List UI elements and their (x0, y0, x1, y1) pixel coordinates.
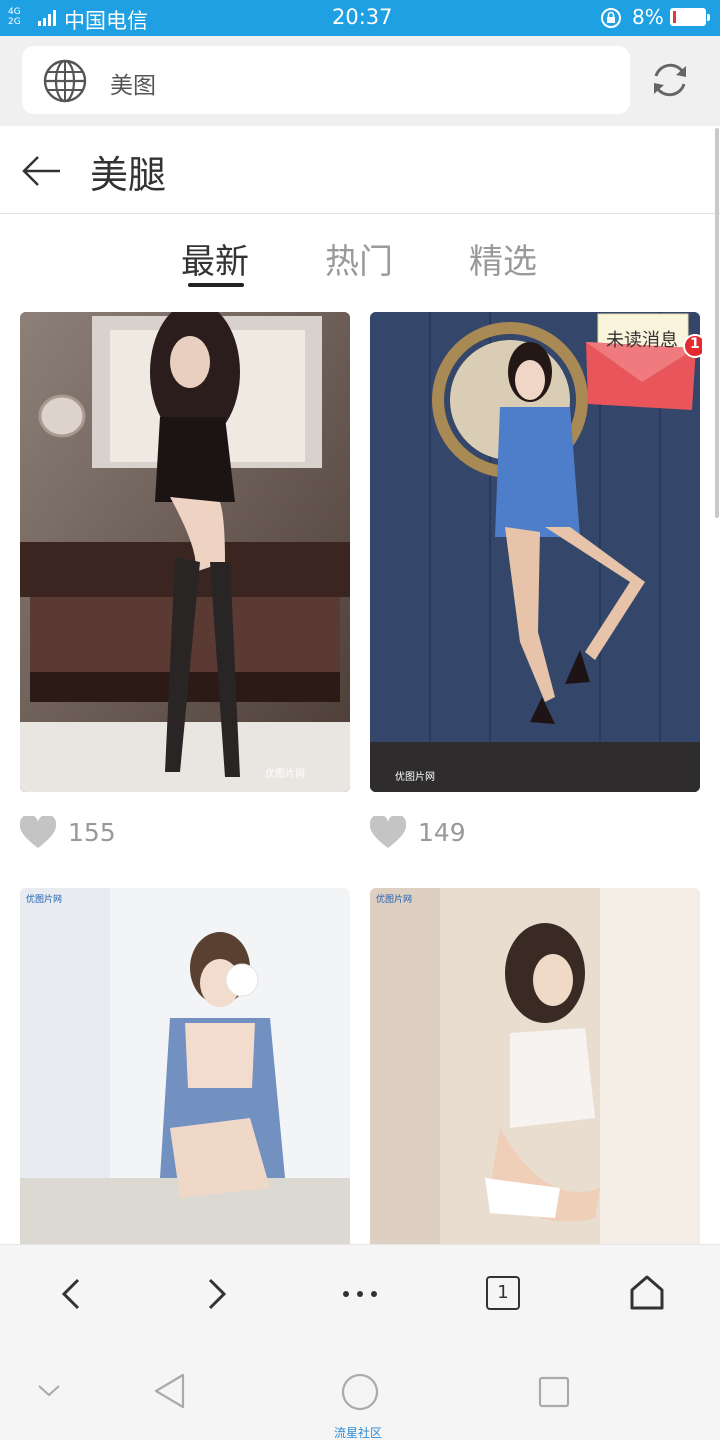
globe-icon (43, 59, 87, 103)
svg-text:优图片网: 优图片网 (395, 770, 435, 783)
unread-count-badge: 1 (690, 336, 700, 352)
back-arrow-icon[interactable] (20, 150, 62, 192)
network-type-primary: 4G (8, 7, 21, 17)
signal-icon (38, 10, 60, 26)
photo-image: 优图片网 (20, 312, 350, 792)
unread-messages-label: 未读消息 (606, 330, 678, 351)
network-type-secondary: 2G (8, 17, 21, 27)
like-icon[interactable] (20, 816, 56, 850)
battery-icon (670, 8, 710, 26)
unread-messages-button[interactable]: 未读消息 1 (584, 312, 702, 412)
photo-image: 优图片网 (20, 888, 350, 1244)
photo-card[interactable]: 优图片网 (370, 888, 700, 1244)
carrier-name: 中国电信 (64, 9, 148, 33)
watermark-text: 流星社区 (334, 1426, 383, 1440)
svg-text:优图片网: 优图片网 (26, 893, 62, 905)
svg-text:优图片网: 优图片网 (376, 893, 412, 905)
recents-icon[interactable] (538, 1376, 570, 1408)
more-icon[interactable] (338, 1284, 382, 1304)
tab-popular[interactable]: 热门 (325, 234, 393, 283)
forward-icon[interactable] (200, 1274, 232, 1314)
photo-card[interactable]: 优图片网 (20, 888, 350, 1244)
like-icon[interactable] (370, 816, 406, 850)
home-icon[interactable] (628, 1274, 666, 1312)
battery-percent: 8% (632, 5, 664, 29)
system-home-icon[interactable] (340, 1372, 380, 1412)
header-divider (0, 213, 720, 214)
scrollbar[interactable] (715, 128, 719, 518)
svg-text:优图片网: 优图片网 (265, 767, 305, 780)
tab-featured[interactable]: 精选 (469, 234, 537, 283)
like-count: 149 (418, 818, 466, 847)
like-count: 155 (68, 818, 116, 847)
page-title: 美腿 (90, 153, 167, 197)
refresh-icon[interactable] (648, 58, 692, 102)
status-bar: 4G 2G 中国电信 20:37 8% (0, 0, 720, 36)
photo-image: 优图片网 (370, 888, 700, 1244)
system-back-icon[interactable] (152, 1372, 188, 1410)
address-text[interactable]: 美图 (110, 66, 156, 100)
tabs-icon[interactable]: 1 (486, 1276, 520, 1310)
clock: 20:37 (332, 5, 393, 29)
network-indicator: 4G 2G (8, 7, 21, 27)
active-tab-indicator (188, 283, 244, 287)
back-icon[interactable] (56, 1274, 88, 1314)
rotation-lock-icon (601, 8, 621, 28)
tab-newest[interactable]: 最新 (181, 234, 249, 283)
photo-card[interactable]: 优图片网 (20, 312, 350, 792)
collapse-icon[interactable] (36, 1382, 62, 1400)
